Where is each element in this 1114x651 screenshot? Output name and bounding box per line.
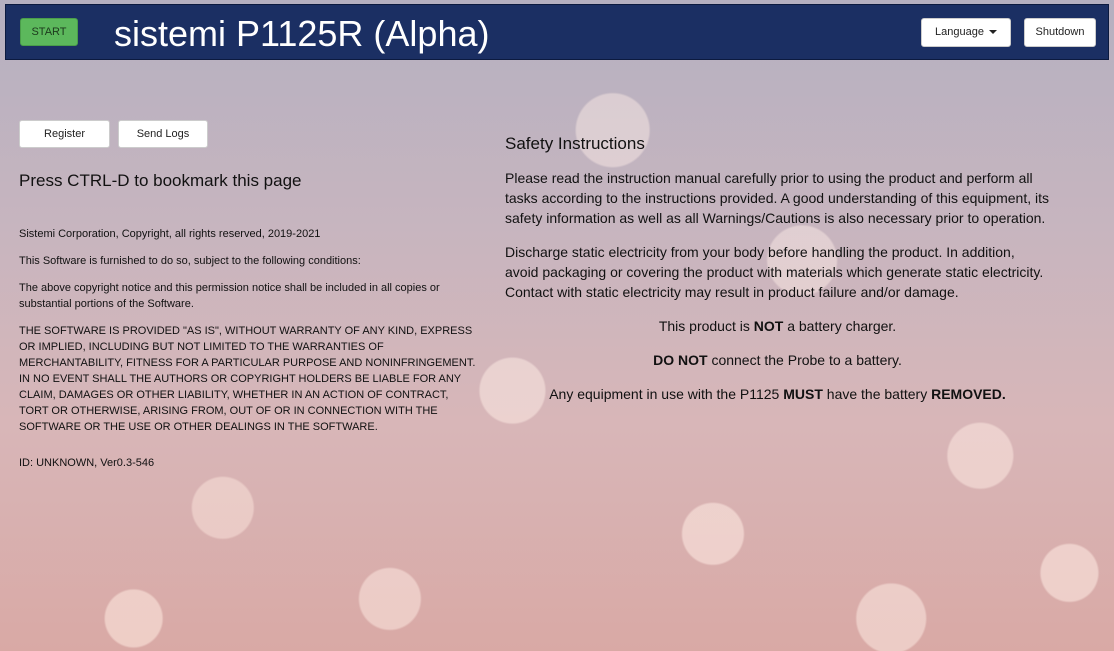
- language-dropdown[interactable]: Language: [921, 18, 1011, 47]
- app-title: sistemi P1125R (Alpha): [114, 13, 490, 54]
- disclaimer-text: THE SOFTWARE IS PROVIDED "AS IS", WITHOU…: [19, 325, 476, 433]
- safety-equipment-note: Any equipment in use with the P1125 MUST…: [549, 386, 1006, 402]
- send-logs-button[interactable]: Send Logs: [118, 120, 208, 148]
- register-button[interactable]: Register: [19, 120, 110, 148]
- start-button[interactable]: START: [20, 18, 78, 46]
- safety-title: Safety Instructions: [505, 134, 645, 153]
- safety-para-static: Discharge static electricity from your b…: [505, 244, 1044, 300]
- shutdown-button[interactable]: Shutdown: [1024, 18, 1096, 47]
- bookmark-hint: Press CTRL-D to bookmark this page: [19, 171, 302, 190]
- copyright-text: Sistemi Corporation, Copyright, all righ…: [19, 228, 321, 240]
- safety-probe-note: DO NOT connect the Probe to a battery.: [653, 352, 902, 368]
- license-section: Sistemi Corporation, Copyright, all righ…: [19, 226, 479, 482]
- furnished-text: This Software is furnished to do so, sub…: [19, 255, 361, 267]
- safety-para-manual: Please read the instruction manual caref…: [505, 170, 1049, 226]
- top-navbar: START sistemi P1125R (Alpha) Language Sh…: [5, 4, 1109, 60]
- caret-down-icon: [988, 30, 997, 35]
- safety-section: Safety Instructions Please read the inst…: [505, 133, 1050, 418]
- safety-charger-note: This product is NOT a battery charger.: [658, 318, 897, 334]
- language-label: Language: [935, 26, 984, 38]
- notice-text: The above copyright notice and this perm…: [19, 282, 440, 310]
- id-version-text: ID: UNKNOWN, Ver0.3-546: [19, 457, 155, 469]
